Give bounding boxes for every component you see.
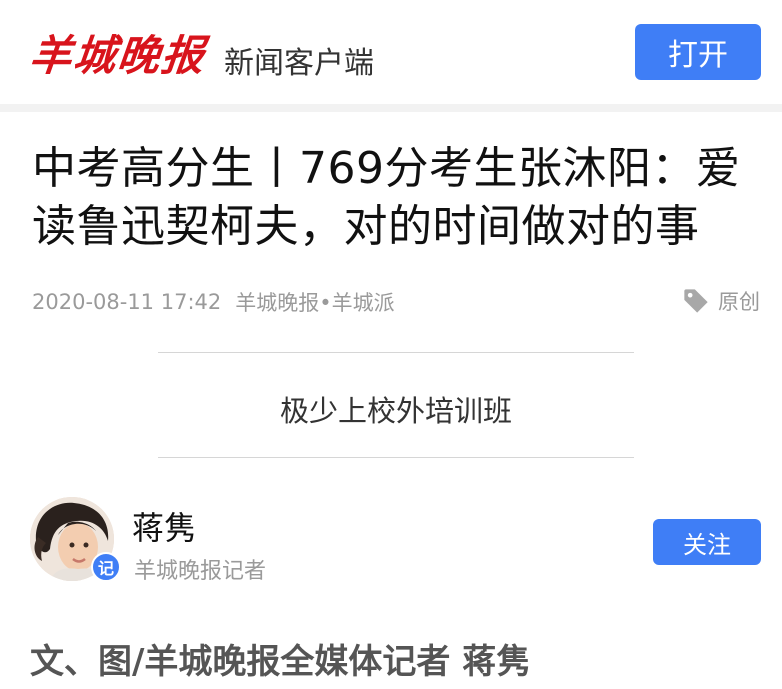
logo[interactable]: 羊城晚报 [27, 22, 209, 83]
original-tag: 原创 [682, 286, 760, 316]
app-label: 新闻客户端 [224, 46, 374, 81]
open-app-button[interactable]: 打开 [635, 24, 761, 80]
subhead-rule-bottom [158, 457, 634, 458]
publish-datetime: 2020-08-11 17:42 [32, 290, 222, 314]
header-divider [0, 104, 782, 112]
article-title: 中考高分生丨769分考生张沐阳：爱读鲁迅契柯夫，对的时间做对的事 [32, 143, 741, 252]
original-label: 原创 [718, 290, 760, 314]
subhead-rule-top [158, 352, 634, 353]
article-meta: 2020-08-11 17:42 羊城晚报•羊城派 [32, 288, 395, 316]
article-byline: 文、图/羊城晚报全媒体记者 蒋隽 [30, 642, 531, 682]
article-source[interactable]: 羊城晚报•羊城派 [235, 287, 394, 317]
tag-icon [684, 289, 708, 313]
author-name[interactable]: 蒋隽 [132, 503, 196, 549]
follow-button[interactable]: 关注 [653, 519, 761, 565]
top-bar: 羊城晚报 新闻客户端 打开 [0, 0, 782, 104]
author-role: 羊城晚报记者 [134, 559, 267, 584]
article-subheading: 极少上校外培训班 [279, 394, 512, 428]
reporter-badge: 记 [91, 552, 121, 582]
